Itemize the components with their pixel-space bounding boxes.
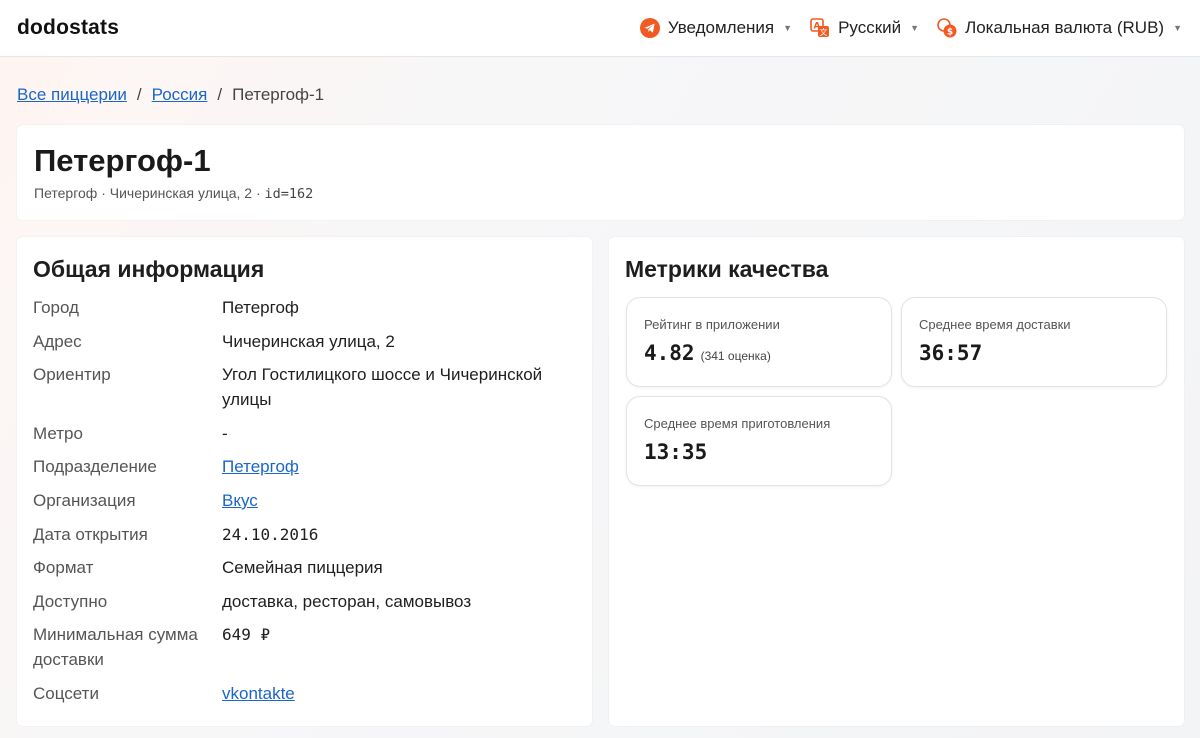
metric-avg-cooking-time: Среднее время приготовления 13:35 [626,396,892,486]
pizzeria-id: id=162 [264,186,314,202]
pizzeria-header-card: Петергоф-1 Петергоф · Чичеринская улица,… [17,125,1184,220]
info-list: Город Петергоф Адрес Чичеринская улица, … [33,295,576,706]
info-value: Чичеринская улица, 2 [222,331,395,351]
info-value: Петергоф [222,298,299,317]
info-row-subdivision: Подразделение Петергоф [33,454,576,479]
info-value: 649 ₽ [222,625,271,645]
info-value: 24.10.2016 [222,524,319,544]
info-row-landmark: Ориентир Угол Гостилицкого шоссе и Чичер… [33,362,576,412]
breadcrumb-separator: / [136,85,142,104]
breadcrumb-all-pizzerias[interactable]: Все пиццерии [17,85,127,105]
translate-icon: A 文 [810,18,830,38]
currency-menu[interactable]: $ Локальная валюта (RUB) ▼ [937,18,1182,38]
telegram-icon [639,18,660,38]
info-key: Минимальная сумма доставки [33,625,198,670]
info-value: - [222,423,228,443]
info-value: доставка, ресторан, самовывоз [222,591,472,611]
top-bar: dodostats Уведомления ▼ A 文 Русский ▼ $ … [0,0,1200,57]
metric-avg-delivery-time: Среднее время доставки 36:57 [901,297,1167,387]
svg-text:文: 文 [820,27,828,37]
metric-value: 36:57 [919,341,983,365]
info-row-open-date: Дата открытия 24.10.2016 [33,522,576,547]
info-row-available: Доступно доставка, ресторан, самовывоз [33,589,576,614]
caret-down-icon: ▼ [1173,23,1182,33]
language-label: Русский [838,18,902,37]
pizzeria-address-line: Петергоф · Чичеринская улица, 2 · [34,185,265,201]
pizzeria-subtitle: Петергоф · Чичеринская улица, 2 · id=162 [34,185,1167,202]
info-key: Доступно [33,591,108,611]
notifications-menu[interactable]: Уведомления ▼ [639,18,793,38]
quality-metrics-card: Метрики качества Рейтинг в приложении 4.… [609,237,1184,726]
notifications-label: Уведомления [667,18,775,37]
info-row-socials: Соцсети vkontakte [33,681,576,706]
caret-down-icon: ▼ [910,23,920,33]
info-row-city: Город Петергоф [33,295,576,320]
info-row-format: Формат Семейная пиццерия [33,555,576,580]
metric-value: 4.82 [644,341,695,365]
quality-metrics-heading: Метрики качества [625,256,829,282]
general-info-card: Общая информация Город Петергоф Адрес Чи… [17,237,592,726]
breadcrumb-current: Петергоф-1 [232,85,325,104]
metric-label: Рейтинг в приложении [644,317,780,332]
info-key: Формат [33,558,94,578]
page-title: Петергоф-1 [34,143,211,178]
breadcrumb-country[interactable]: Россия [152,85,208,105]
svg-text:$: $ [947,28,953,38]
metric-app-rating: Рейтинг в приложении 4.82 (341 оценка) [626,297,892,387]
currency-label: Локальная валюта (RUB) [965,18,1165,37]
language-menu[interactable]: A 文 Русский ▼ [810,18,919,38]
vkontakte-link[interactable]: vkontakte [222,684,295,703]
subdivision-link[interactable]: Петергоф [222,457,299,476]
organization-link[interactable]: Вкус [222,491,258,510]
info-key: Адрес [33,331,82,351]
info-row-metro: Метро - [33,421,576,446]
info-key: Ориентир [33,365,111,385]
info-row-organization: Организация Вкус [33,488,576,513]
metric-note: (341 оценка) [700,349,771,363]
info-key: Город [33,298,79,317]
info-row-address: Адрес Чичеринская улица, 2 [33,329,576,354]
currency-icon: $ [937,18,957,38]
general-info-heading: Общая информация [33,256,265,282]
info-key: Подразделение [33,457,157,477]
info-key: Метро [33,423,83,443]
metric-value: 13:35 [644,440,708,464]
metric-label: Среднее время доставки [919,317,1071,332]
info-value: Семейная пиццерия [222,558,383,578]
breadcrumb: Все пиццерии / Россия / Петергоф-1 [17,85,324,105]
site-logo[interactable]: dodostats [17,16,119,40]
metrics-grid: Рейтинг в приложении 4.82 (341 оценка) С… [625,297,1168,497]
top-nav: Уведомления ▼ A 文 Русский ▼ $ Локальная … [622,18,1182,38]
info-value: Угол Гостилицкого шоссе и Чичеринской ул… [222,365,543,410]
metric-label: Среднее время приготовления [644,416,831,431]
info-key: Соцсети [33,683,99,703]
info-key: Дата открытия [33,524,148,544]
breadcrumb-separator: / [217,85,223,104]
info-key: Организация [33,490,136,510]
caret-down-icon: ▼ [783,23,793,33]
info-row-min-order: Минимальная сумма доставки 649 ₽ [33,622,576,672]
